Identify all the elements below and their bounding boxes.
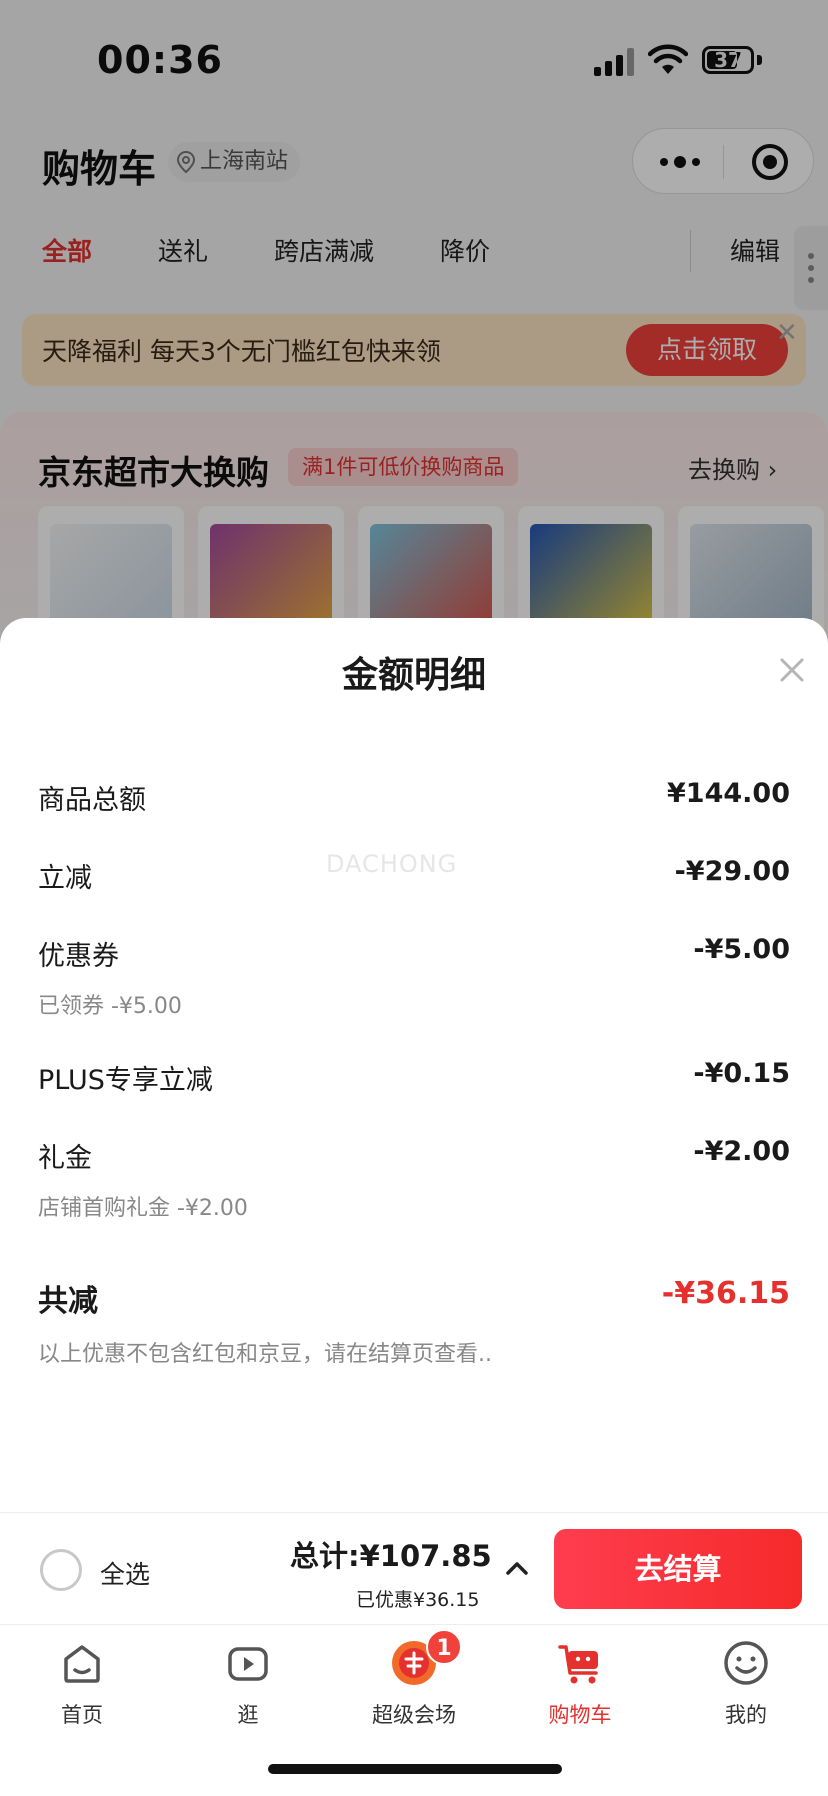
tabbar-label-home: 首页 xyxy=(61,1703,103,1727)
row-label-gift-money: 礼金 xyxy=(38,1143,92,1174)
tabbar-item-home[interactable]: 首页 xyxy=(22,1635,142,1735)
row-value-instant-discount: -¥29.00 xyxy=(674,856,790,887)
profile-icon xyxy=(724,1641,768,1685)
row-sub-coupon: 已领券 -¥5.00 xyxy=(38,994,182,1019)
row-value-gift-money: -¥2.00 xyxy=(693,1136,790,1167)
row-value-goods-total: ¥144.00 xyxy=(667,778,790,809)
row-value-coupon: -¥5.00 xyxy=(693,934,790,965)
home-icon xyxy=(64,1645,100,1683)
discount-note: 以上优惠不包含红包和京豆，请在结算页查看.. xyxy=(38,1342,492,1367)
select-all-label[interactable]: 全选 xyxy=(100,1555,150,1591)
chevron-up-icon[interactable] xyxy=(502,1553,532,1583)
row-label-coupon: 优惠券 xyxy=(38,941,119,972)
row-label-plus-discount: PLUS专享立减 xyxy=(38,1065,213,1096)
tabbar-label-super-venue: 超级会场 xyxy=(372,1703,456,1727)
tabbar-item-browse[interactable]: 逛 xyxy=(188,1635,308,1735)
home-indicator xyxy=(268,1764,562,1774)
row-sub-gift-money: 店铺首购礼金 -¥2.00 xyxy=(38,1196,248,1221)
tabbar-item-cart[interactable]: 购物车 xyxy=(520,1635,640,1735)
close-icon[interactable] xyxy=(776,654,808,686)
select-all-checkbox[interactable] xyxy=(40,1549,82,1591)
watermark-text: DACHONG xyxy=(326,850,458,878)
notification-badge: 1 xyxy=(426,1629,462,1665)
row-value-plus-discount: -¥0.15 xyxy=(693,1058,790,1089)
cart-total: 总计:¥107.85 xyxy=(290,1539,492,1573)
row-label-goods-total: 商品总额 xyxy=(38,785,146,816)
sheet-title: 金额明细 xyxy=(341,655,486,696)
tabbar-label-profile: 我的 xyxy=(725,1703,767,1727)
tabbar-item-profile[interactable]: 我的 xyxy=(686,1635,806,1735)
cart-icon xyxy=(558,1645,598,1684)
saved-amount[interactable]: 已优惠¥36.15 xyxy=(356,1585,479,1612)
video-icon xyxy=(228,1647,268,1681)
total-reduction-label: 共减 xyxy=(38,1284,98,1319)
total-reduction-value: -¥36.15 xyxy=(661,1276,790,1311)
checkout-bar: 全选 总计:¥107.85 已优惠¥36.15 去结算 xyxy=(0,1512,828,1624)
row-label-instant-discount: 立减 xyxy=(38,863,92,894)
tabbar-item-super-venue[interactable]: 1 超级会场 xyxy=(354,1629,474,1735)
tabbar-label-cart: 购物车 xyxy=(548,1703,612,1727)
checkout-button[interactable]: 去结算 xyxy=(554,1529,802,1609)
tabbar-label-browse: 逛 xyxy=(237,1703,259,1727)
